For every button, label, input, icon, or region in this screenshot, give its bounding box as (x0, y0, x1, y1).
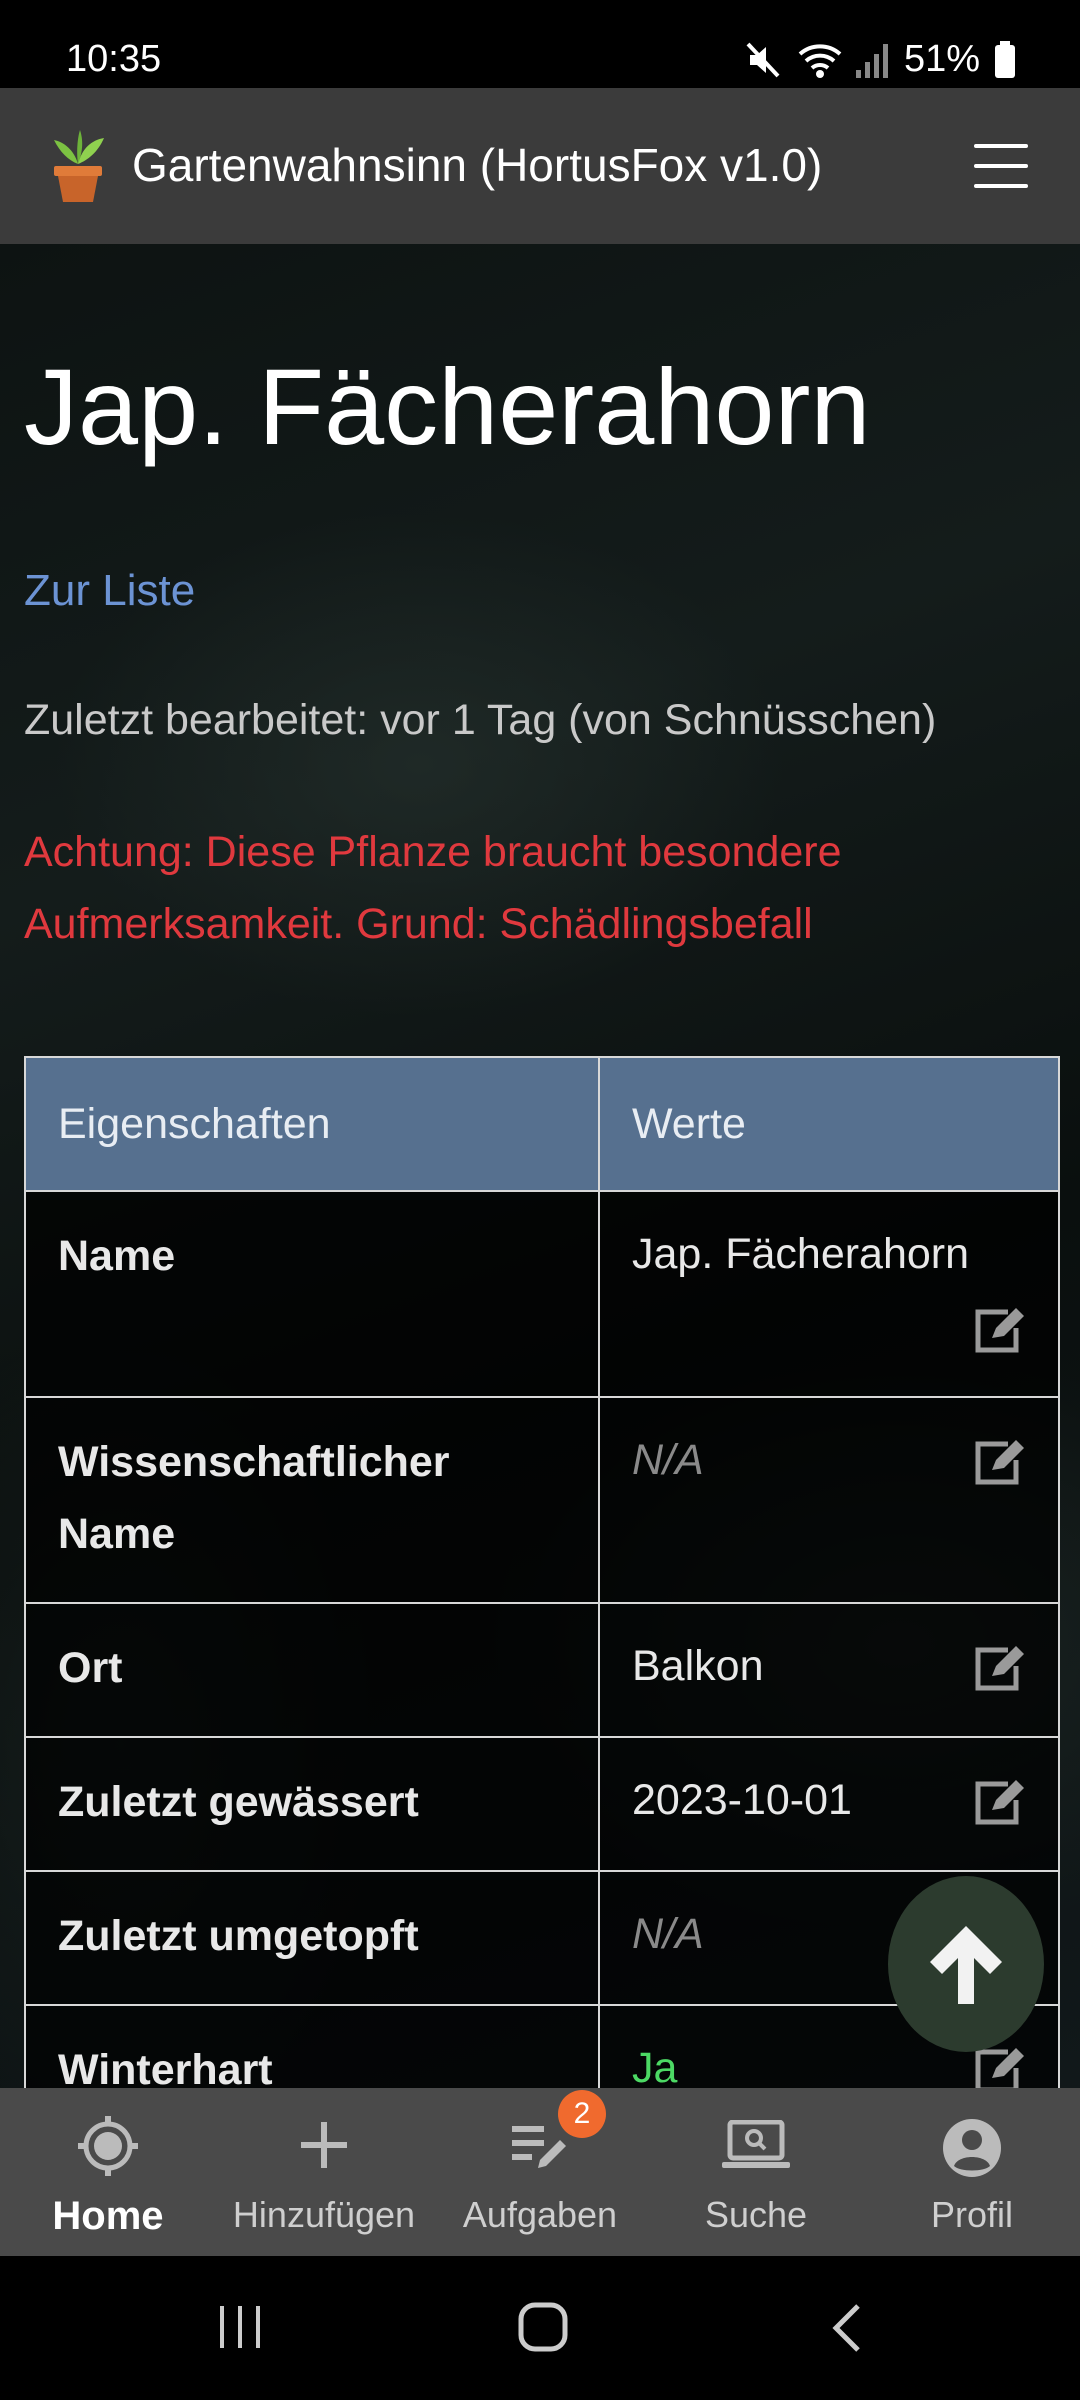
value-text: Ja (632, 2044, 678, 2088)
recent-apps-icon[interactable] (216, 2304, 266, 2355)
home-button-icon[interactable] (518, 2302, 568, 2357)
scroll-to-top-button[interactable] (888, 1876, 1044, 2052)
attention-warning: Achtung: Diese Pflanze braucht besondere… (24, 828, 842, 948)
prop-last-watered: Zuletzt gewässert (24, 1736, 600, 1872)
tasks-edit-icon (510, 2122, 570, 2183)
status-time: 10:35 (66, 38, 162, 80)
value-name: Jap. Fächerahorn (598, 1190, 1060, 1398)
header-values: Werte (598, 1056, 1060, 1192)
main-content: Jap. Fächerahorn Zur Liste Zuletzt bearb… (0, 244, 1080, 2088)
prop-location: Ort (24, 1602, 600, 1738)
edit-icon[interactable] (972, 1776, 1028, 1839)
edit-icon[interactable] (972, 1436, 1028, 1499)
value-text: N/A (632, 1910, 704, 1958)
table-header-row: Eigenschaften Werte (24, 1056, 1060, 1192)
value-last-watered: 2023-10-01 (598, 1736, 1060, 1872)
table-row: Name Jap. Fächerahorn (24, 1190, 1060, 1398)
nav-add[interactable]: Hinzufügen (216, 2088, 432, 2256)
value-location: Balkon (598, 1602, 1060, 1738)
table-row: Wissenschaftlicher Name N/A (24, 1396, 1060, 1604)
table-row: Zuletzt gewässert 2023-10-01 (24, 1736, 1060, 1872)
nav-add-label: Hinzufügen (232, 2194, 416, 2235)
nav-tasks-label: Aufgaben (462, 2194, 618, 2235)
edit-icon[interactable] (972, 1642, 1028, 1705)
plus-icon (299, 2120, 349, 2179)
header-properties: Eigenschaften (24, 1056, 600, 1192)
table-row: Ort Balkon (24, 1602, 1060, 1738)
tasks-count-badge: 2 (558, 2090, 606, 2138)
nav-profile[interactable]: Profil (864, 2088, 1080, 2256)
back-button-icon[interactable] (828, 2302, 868, 2359)
signal-icon (855, 40, 890, 80)
edit-icon[interactable] (972, 1304, 1028, 1367)
battery-icon (994, 40, 1016, 79)
status-bar: 10:35 51% (0, 0, 1080, 88)
prop-last-repotted: Zuletzt umgetopft (24, 1870, 600, 2006)
battery-level: 51% (903, 38, 980, 80)
value-text: Balkon (632, 1642, 764, 1690)
edit-icon[interactable] (972, 2044, 1028, 2088)
nav-profile-label: Profil (930, 2194, 1014, 2235)
arrow-up-icon (930, 1926, 1002, 2004)
user-icon (942, 2118, 1002, 2187)
nav-search[interactable]: Suche (648, 2088, 864, 2256)
plant-logo-icon (48, 128, 108, 209)
back-to-list-link[interactable]: Zur Liste (24, 566, 195, 616)
value-scientific-name: N/A (598, 1396, 1060, 1604)
prop-name: Name (24, 1190, 600, 1398)
mute-icon (744, 40, 784, 80)
home-target-icon (78, 2116, 138, 2186)
nav-tasks[interactable]: Aufgaben (432, 2088, 648, 2256)
prop-scientific-name: Wissenschaftlicher Name (24, 1396, 600, 1604)
last-edited-text: Zuletzt bearbeitet: vor 1 Tag (von Schnü… (24, 696, 937, 744)
app-header: Gartenwahnsinn (HortusFox v1.0) (0, 88, 1080, 244)
hamburger-menu-icon[interactable] (974, 144, 1028, 188)
value-text: Jap. Fächerahorn (632, 1230, 970, 1278)
value-text: 2023-10-01 (632, 1776, 852, 1824)
value-text: N/A (632, 1436, 704, 1484)
system-navigation-bar (0, 2256, 1080, 2400)
wifi-icon (798, 40, 842, 80)
app-title: Gartenwahnsinn (HortusFox v1.0) (132, 139, 823, 191)
prop-hardy: Winterhart (24, 2004, 600, 2088)
bottom-navigation: Home Hinzufügen Aufgaben Suche Profil (0, 2088, 1080, 2256)
page-title: Jap. Fächerahorn (24, 346, 871, 467)
nav-home[interactable]: Home (0, 2088, 216, 2256)
nav-search-label: Suche (704, 2194, 808, 2235)
laptop-search-icon (720, 2119, 792, 2179)
status-icons: 51% (744, 38, 1016, 81)
nav-home-label: Home (52, 2194, 164, 2238)
